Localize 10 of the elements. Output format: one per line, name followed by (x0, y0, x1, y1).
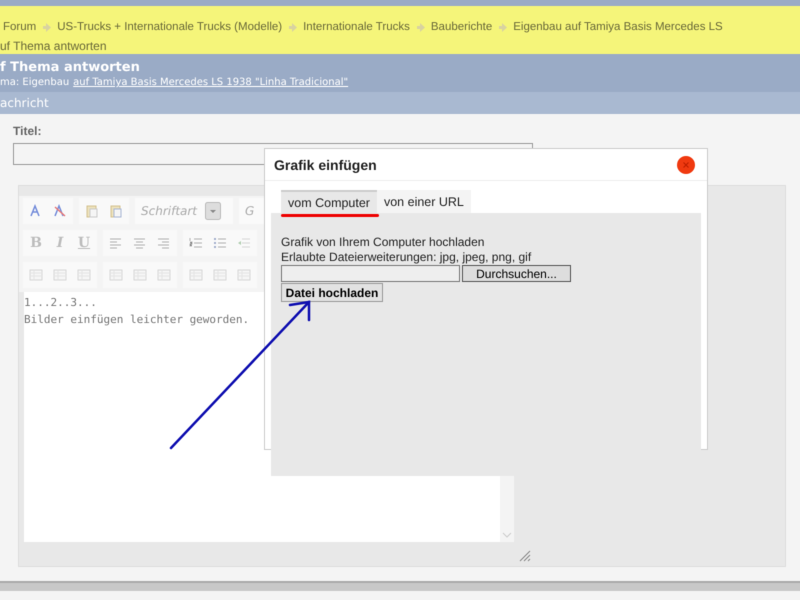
editor-text-line: Bilder einfügen leichter geworden. (24, 312, 250, 328)
page-title: f Thema antworten (0, 59, 141, 76)
breadcrumb-current: uf Thema antworten (0, 39, 107, 53)
topic-label: ma: Eigenbau (0, 76, 70, 90)
title-label: Titel: (13, 124, 42, 140)
info-text: Erlaubte Dateierweiterungen: jpg, jpeg, png, gif (281, 250, 532, 265)
info-text: Grafik von Ihrem Computer hochladen (281, 235, 486, 250)
section-title: achricht (0, 96, 49, 110)
dialog-title: Grafik einfügen (274, 156, 377, 172)
editor-text-line: 1...2..3... (24, 295, 97, 311)
